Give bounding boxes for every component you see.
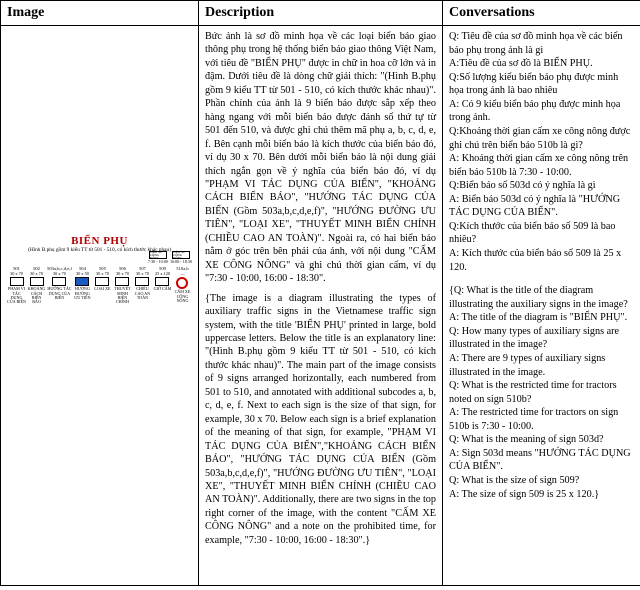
- qa-question: Q: What is the meaning of sign 503d?: [449, 433, 634, 447]
- sign-item: 50730 x 70CHIỀU CAO AN TOÀN: [133, 267, 152, 304]
- qa-question: Q:Số lượng kiểu biển báo phụ được minh h…: [449, 71, 634, 98]
- qa-answer: A: Kích thước của biển báo số 509 là 25 …: [449, 247, 634, 274]
- description-paragraph-en: {The image is a diagram illustrating the…: [205, 292, 436, 548]
- sign-caption: PHẠM VI TÁC DỤNG CỦA BIỂN: [7, 287, 26, 304]
- sign-dimension: 30 x 70: [96, 272, 109, 276]
- sign-dimension: 30 x 70: [30, 272, 43, 276]
- signs-row: 50130 x 70PHẠM VI TÁC DỤNG CỦA BIỂN50230…: [7, 267, 192, 304]
- header-image: Image: [1, 1, 199, 26]
- sign-plate: [95, 277, 109, 286]
- qa-answer: A: The restricted time for tractors on s…: [449, 406, 634, 433]
- sign-caption: HƯỚNG ĐƯỜNG ƯU TIÊN: [73, 287, 92, 300]
- sign-caption: CHIỀU CAO AN TOÀN: [133, 287, 152, 300]
- sign-dimension: —: [180, 272, 184, 276]
- sign-plate: [75, 277, 89, 286]
- header-conversations: Conversations: [443, 1, 640, 26]
- qa-question: Q: How many types of auxiliary signs are…: [449, 325, 634, 352]
- sign-caption: THUYẾT MINH BIỂN CHÍNH: [113, 287, 132, 304]
- sign-plate: [176, 277, 188, 289]
- sign-item: 50530 x 70LOẠI XE: [93, 267, 112, 304]
- qa-question: Q:Biển báo số 503d có ý nghĩa là gì: [449, 179, 634, 193]
- diagram-thumbnail: BIỂN PHỤ (Hình B.phụ gồm 9 kiểu TT từ 50…: [7, 236, 192, 304]
- sign-caption: HƯỚNG TÁC DỤNG CỦA BIỂN: [47, 287, 72, 300]
- sign-dimension: 30 x 50: [76, 272, 89, 276]
- sign-item: 50925 x 120GIỜ CẤM: [153, 267, 172, 304]
- corner-time-1: 7:30 - 10:00: [148, 260, 168, 264]
- sign-plate: [135, 277, 149, 286]
- qa-question: Q:Kích thước của biển báo số 509 là bao …: [449, 220, 634, 247]
- sign-dimension: 30 x 70: [10, 272, 23, 276]
- sign-plate: [115, 277, 129, 286]
- corner-time-2: 16:00 - 18:30: [170, 260, 192, 264]
- sign-dimension: 30 x 70: [53, 272, 66, 276]
- qa-question: Q: What is the restricted time for tract…: [449, 379, 634, 406]
- sign-dimension: 25 x 120: [155, 272, 170, 276]
- conversations-cell: Q: Tiêu đề của sơ đồ minh họa về các biể…: [443, 26, 640, 586]
- sign-plate: [155, 277, 169, 286]
- qa-question: Q: Tiêu đề của sơ đồ minh họa về các biể…: [449, 30, 634, 57]
- sign-caption: GIỜ CẤM: [154, 287, 172, 291]
- sign-item: 510a,b—CẤM XE CÔNG NÔNG: [173, 267, 192, 304]
- qa-answer: A: Khoảng thời gian cấm xe công nông trê…: [449, 152, 634, 179]
- qa-question: Q: What is the size of sign 509?: [449, 474, 634, 488]
- qa-answer: A: The size of sign 509 is 25 x 120.}: [449, 488, 634, 502]
- qa-answer: A: There are 9 types of auxiliary signs …: [449, 352, 634, 379]
- sign-caption: CẤM XE CÔNG NÔNG: [173, 290, 192, 303]
- diagram-title: BIỂN PHỤ: [7, 236, 192, 247]
- sign-plate: [30, 277, 44, 286]
- conversations-en: {Q: What is the title of the diagram ill…: [449, 284, 634, 501]
- sign-plate: [10, 277, 24, 286]
- sign-plate: [52, 277, 66, 286]
- qa-question: Q:Khoảng thời gian cấm xe công nông được…: [449, 125, 634, 152]
- corner-plate-2: CẤM XE CÔNG NÔNG: [172, 251, 190, 259]
- sign-item: 50130 x 70PHẠM VI TÁC DỤNG CỦA BIỂN: [7, 267, 26, 304]
- qa-answer: A:Tiêu đề của sơ đồ là BIỂN PHỤ.: [449, 57, 634, 71]
- qa-answer: A: Biển báo 503d có ý nghĩa là "HƯỚNG TÁ…: [449, 193, 634, 220]
- header-description: Description: [199, 1, 443, 26]
- sign-item: 50430 x 50HƯỚNG ĐƯỜNG ƯU TIÊN: [73, 267, 92, 304]
- diagram-corner-signs: CẤM XE CÔNG NÔNG 7:30 - 10:00 CẤM XE CÔN…: [7, 251, 192, 264]
- sign-item: 503a,b,c,d,e,f30 x 70HƯỚNG TÁC DỤNG CỦA …: [47, 267, 72, 304]
- sign-caption: LOẠI XE: [94, 287, 110, 291]
- sign-dimension: 30 x 70: [136, 272, 149, 276]
- qa-answer: A: The title of the diagram is "BIỂN PHỤ…: [449, 311, 634, 325]
- sign-caption: KHOẢNG CÁCH BIỂN BÁO: [27, 287, 46, 304]
- qa-answer: A: Sign 503d means "HƯỚNG TÁC DỤNG CỦA B…: [449, 447, 634, 474]
- corner-plate-1: CẤM XE CÔNG NÔNG: [149, 251, 167, 259]
- qa-question: {Q: What is the title of the diagram ill…: [449, 284, 634, 311]
- data-table: Image Description Conversations BIỂN PHỤ…: [0, 0, 640, 586]
- description-cell: Bức ảnh là sơ đồ minh họa về các loại bi…: [199, 26, 443, 586]
- image-cell: BIỂN PHỤ (Hình B.phụ gồm 9 kiểu TT từ 50…: [1, 26, 199, 586]
- sign-item: 50630 x 70THUYẾT MINH BIỂN CHÍNH: [113, 267, 132, 304]
- qa-answer: A: Có 9 kiểu biển báo phụ được minh họa …: [449, 98, 634, 125]
- conversations-vi: Q: Tiêu đề của sơ đồ minh họa về các biể…: [449, 30, 634, 274]
- description-paragraph-vi: Bức ảnh là sơ đồ minh họa về các loại bi…: [205, 30, 436, 286]
- sign-dimension: 30 x 70: [116, 272, 129, 276]
- sign-item: 50230 x 70KHOẢNG CÁCH BIỂN BÁO: [27, 267, 46, 304]
